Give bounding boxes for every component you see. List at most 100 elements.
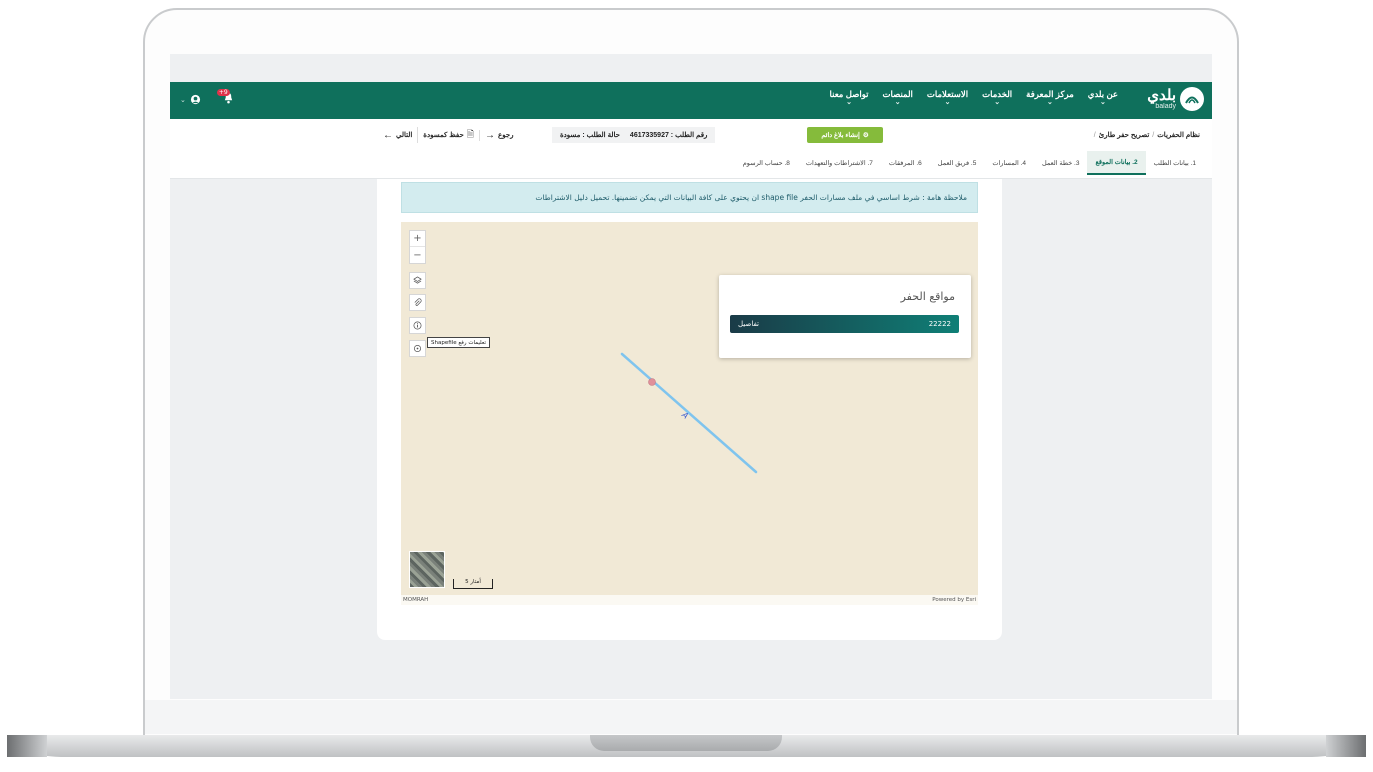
chevron-down-icon: ⌄ [944, 99, 951, 107]
map-view[interactable]: A + − تعليمات رفع Shapefile مواقع الحفر [401, 222, 978, 605]
user-menu[interactable]: ⌄ [180, 94, 201, 105]
save-draft-button[interactable]: 🗎 حفظ كمسودة [417, 127, 479, 143]
map-attribution: MOMRAH Powered by Esri [401, 595, 978, 605]
step-label: 1. بيانات الطلب [1153, 160, 1196, 167]
laptop-base-edge-left [7, 735, 47, 757]
menu-item-platforms[interactable]: المنصات ⌄ [882, 89, 913, 107]
create-report-button[interactable]: ⚙ إنشاء بلاغ دائم [807, 127, 883, 143]
brand-logo-icon [1180, 87, 1204, 111]
back-label: رجوع [498, 132, 514, 139]
route-point [648, 378, 656, 386]
menu-item-inquiries[interactable]: الاستعلامات ⌄ [926, 89, 969, 107]
info-icon [413, 321, 422, 330]
breadcrumb-separator: / [1152, 132, 1155, 139]
step-request-data[interactable]: 1. بيانات الطلب [1146, 151, 1204, 175]
step-work-plan[interactable]: 3. خطة العمل [1034, 151, 1087, 175]
user-icon [190, 94, 200, 105]
excavation-sites-popup: مواقع الحفر تفاصيل 22222 [719, 275, 971, 358]
chevron-down-icon: ⌄ [1099, 99, 1106, 107]
laptop-notch [590, 735, 782, 751]
step-fees[interactable]: 8. حساب الرسوم [735, 151, 798, 175]
shapefile-tooltip: تعليمات رفع Shapefile [427, 337, 491, 348]
step-conditions[interactable]: 7. الاشتراطات والتعهدات [798, 151, 881, 175]
laptop-chin [145, 700, 1237, 734]
menu-item-about[interactable]: عن بلدي ⌄ [1087, 89, 1118, 107]
breadcrumb-separator: / [1093, 132, 1096, 139]
notification-badge: +9 [216, 89, 230, 96]
notice-text: ملاحظة هامة : شرط اساسي في ملف مسارات ال… [535, 193, 967, 202]
excavation-site-row[interactable]: تفاصيل 22222 [730, 315, 959, 333]
save-draft-label: حفظ كمسودة [423, 132, 464, 139]
attribution-right: Powered by Esri [932, 597, 976, 603]
locate-button[interactable] [409, 340, 426, 357]
laptop-base-edge-right [1326, 735, 1366, 757]
details-link[interactable]: تفاصيل [738, 320, 759, 328]
zoom-in-button[interactable]: + [410, 231, 425, 247]
chevron-down-icon: ⌄ [994, 99, 1001, 107]
screen: بلدي balady عن بلدي ⌄ مركز المعرفة ⌄ الخدم… [170, 54, 1212, 699]
zoom-controls: + − [409, 230, 426, 264]
attribution-left: MOMRAH [403, 597, 429, 603]
next-button[interactable]: التالي ← [378, 130, 417, 141]
gear-icon: ⚙ [862, 132, 869, 139]
layers-button[interactable] [409, 272, 426, 289]
request-number: رقم الطلب : 4617335927 [629, 132, 708, 139]
request-actions: رجوع → 🗎 حفظ كمسودة التالي ← [378, 127, 519, 143]
scale-bar: 5 أمتار [453, 579, 493, 589]
chevron-down-icon: ⌄ [180, 95, 186, 104]
back-button[interactable]: رجوع → [479, 129, 519, 141]
step-label: 6. المرفقات [888, 160, 922, 167]
menu-item-contact[interactable]: تواصل معنا ⌄ [829, 89, 869, 107]
arrow-left-icon: ← [383, 129, 393, 141]
request-info: رقم الطلب : 4617335927 حالة الطلب : مسود… [552, 127, 716, 143]
request-status: حالة الطلب : مسودة [560, 132, 620, 139]
attach-shapefile-button[interactable] [409, 294, 426, 311]
step-location-data[interactable]: 2. بيانات الموقع [1087, 151, 1146, 175]
location-card: ملاحظة هامة : شرط اساسي في ملف مسارات ال… [377, 179, 1002, 640]
request-header: نظام الحفريات/تصريح حفر طارئ/ ⚙ إنشاء بل… [170, 119, 1212, 179]
chevron-down-icon: ⌄ [846, 99, 852, 107]
create-report-label: إنشاء بلاغ دائم [821, 132, 860, 139]
crosshair-icon [413, 344, 422, 353]
step-label: 8. حساب الرسوم [742, 160, 790, 167]
wizard-steps: 1. بيانات الطلب 2. بيانات الموقع 3. خطة … [735, 151, 1212, 175]
chevron-down-icon: ⌄ [894, 99, 901, 107]
menu-item-knowledge-center[interactable]: مركز المعرفة ⌄ [1026, 89, 1074, 107]
brand-text: بلدي balady [1147, 88, 1176, 110]
save-icon: 🗎 [466, 129, 475, 139]
menu-item-services[interactable]: الخدمات ⌄ [982, 89, 1013, 107]
next-label: التالي [396, 132, 413, 139]
basemap-toggle[interactable] [409, 551, 445, 588]
step-work-team[interactable]: 5. فريق العمل [930, 151, 985, 175]
layers-icon [413, 276, 422, 284]
step-label: 2. بيانات الموقع [1095, 159, 1138, 166]
brand[interactable]: بلدي balady [1147, 87, 1204, 111]
chevron-down-icon: ⌄ [1047, 99, 1053, 107]
breadcrumb: نظام الحفريات/تصريح حفر طارئ/ [1091, 131, 1200, 139]
menu-item-label: الخدمات [982, 89, 1013, 99]
menu-item-label: مركز المعرفة [1026, 89, 1074, 99]
menu-item-label: عن بلدي [1087, 89, 1118, 99]
breadcrumb-root[interactable]: نظام الحفريات [1157, 132, 1200, 139]
brand-name-en: balady [1155, 103, 1176, 110]
zoom-out-button[interactable]: − [410, 247, 425, 263]
arrow-right-icon: → [485, 129, 496, 141]
step-label: 3. خطة العمل [1041, 160, 1080, 167]
brand-name-ar: بلدي [1147, 87, 1176, 104]
shapefile-info-button[interactable] [409, 317, 426, 334]
nav-utilities: ⌄ +9 [180, 89, 234, 107]
route-label: A [679, 410, 690, 421]
scale-label: 5 أمتار [465, 579, 481, 585]
main-menu: عن بلدي ⌄ مركز المعرفة ⌄ الخدمات ⌄ الاستعلا… [829, 89, 1118, 107]
step-label: 4. المسارات [992, 160, 1026, 167]
notice-banner: ملاحظة هامة : شرط اساسي في ملف مسارات ال… [401, 182, 978, 213]
menu-item-label: المنصات [882, 89, 913, 99]
step-label: 7. الاشتراطات والتعهدات [805, 160, 873, 167]
menu-item-label: الاستعلامات [926, 89, 969, 99]
paperclip-icon [414, 298, 422, 306]
menu-item-label: تواصل معنا [829, 89, 869, 99]
step-routes[interactable]: 4. المسارات [984, 151, 1034, 175]
breadcrumb-current: تصريح حفر طارئ [1098, 132, 1150, 139]
notifications-button[interactable]: +9 [216, 89, 234, 107]
step-attachments[interactable]: 6. المرفقات [881, 151, 930, 175]
